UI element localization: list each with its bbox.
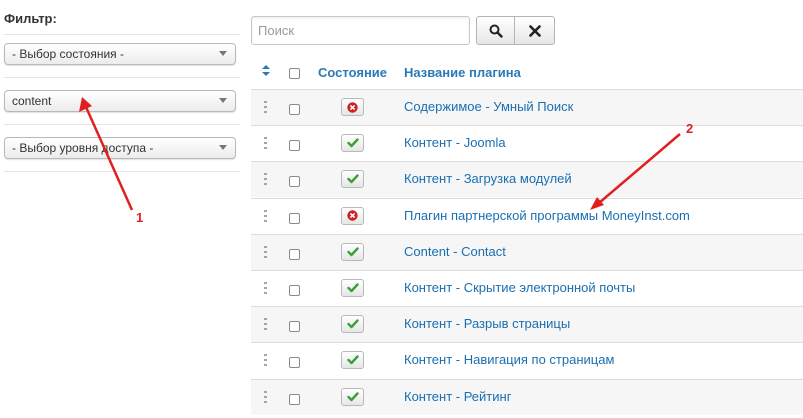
drag-handle-icon[interactable] — [264, 101, 267, 113]
search-input[interactable] — [251, 16, 470, 45]
table-row: Контент - Разрыв страницы — [251, 306, 803, 343]
table-row: Контент - Скрытие электронной почты — [251, 270, 803, 306]
row-checkbox[interactable] — [289, 140, 300, 152]
divider — [4, 77, 240, 78]
row-checkbox[interactable] — [289, 248, 300, 260]
table-row: Контент - Joomla — [251, 125, 803, 161]
state-toggle-button[interactable] — [341, 98, 364, 116]
check-icon — [346, 355, 359, 365]
clear-search-button[interactable] — [514, 16, 555, 45]
divider — [4, 171, 240, 172]
table-row: Контент - Навигация по страницам — [251, 342, 803, 378]
select-all-checkbox[interactable] — [289, 68, 300, 79]
table-row: Контент - Рейтинг — [251, 378, 803, 415]
state-toggle-button[interactable] — [341, 315, 364, 334]
row-checkbox[interactable] — [289, 212, 300, 224]
divider — [4, 124, 240, 125]
table-row: Плагин партнерской программы MoneyInst.c… — [251, 197, 803, 234]
row-checkbox[interactable] — [289, 285, 300, 296]
access-select[interactable]: - Выбор уровня доступа - — [4, 137, 236, 159]
state-toggle-button[interactable] — [341, 170, 364, 189]
sort-icon[interactable] — [262, 65, 270, 76]
drag-handle-icon[interactable] — [264, 137, 267, 150]
row-checkbox[interactable] — [289, 104, 300, 115]
table-row: Content - Contact — [251, 233, 803, 270]
column-header-state[interactable]: Состояние — [318, 65, 387, 80]
plugin-name-link[interactable]: Содержимое - Умный Поиск — [404, 99, 573, 114]
drag-handle-icon[interactable] — [264, 390, 267, 403]
plugin-name-link[interactable]: Content - Contact — [404, 244, 506, 259]
drag-handle-icon[interactable] — [264, 354, 267, 367]
plugin-name-link[interactable]: Контент - Загрузка модулей — [404, 171, 572, 186]
access-select-value: - Выбор уровня доступа - — [12, 141, 154, 155]
filter-title: Фильтр: — [4, 11, 57, 26]
plugin-name-link[interactable]: Контент - Разрыв страницы — [404, 316, 570, 331]
check-icon — [346, 138, 359, 148]
state-toggle-button[interactable] — [341, 351, 364, 370]
type-select[interactable]: content — [4, 90, 236, 112]
drag-handle-icon[interactable] — [264, 245, 267, 258]
close-icon — [528, 24, 541, 37]
chevron-down-icon — [219, 98, 227, 103]
divider — [4, 34, 240, 35]
row-checkbox[interactable] — [289, 393, 300, 405]
table-row: Контент - Загрузка модулей — [251, 161, 803, 198]
chevron-down-icon — [219, 145, 227, 150]
search-icon — [489, 24, 503, 38]
plugin-name-link[interactable]: Контент - Скрытие электронной почты — [404, 280, 635, 295]
row-checkbox[interactable] — [289, 176, 300, 188]
state-select-value: - Выбор состояния - — [12, 47, 125, 61]
check-icon — [346, 319, 359, 329]
state-toggle-button[interactable] — [341, 134, 364, 153]
plugin-name-link[interactable]: Плагин партнерской программы MoneyInst.c… — [404, 208, 690, 223]
column-header-name[interactable]: Название плагина — [404, 65, 521, 80]
type-select-value: content — [12, 94, 52, 108]
drag-handle-icon[interactable] — [264, 173, 267, 186]
plugin-name-link[interactable]: Контент - Рейтинг — [404, 389, 511, 404]
drag-handle-icon[interactable] — [264, 318, 267, 331]
state-toggle-button[interactable] — [341, 206, 364, 225]
drag-handle-icon[interactable] — [264, 209, 267, 222]
state-select[interactable]: - Выбор состояния - — [4, 43, 236, 65]
state-toggle-button[interactable] — [341, 387, 364, 406]
check-icon — [346, 247, 359, 256]
row-checkbox[interactable] — [289, 357, 300, 369]
check-icon — [346, 283, 359, 293]
plugin-name-link[interactable]: Контент - Навигация по страницам — [404, 352, 614, 367]
chevron-down-icon — [219, 51, 227, 56]
plugin-name-link[interactable]: Контент - Joomla — [404, 135, 506, 150]
row-checkbox[interactable] — [289, 321, 300, 333]
disabled-x-icon — [347, 101, 358, 113]
disabled-x-icon — [347, 210, 358, 221]
drag-handle-icon[interactable] — [264, 282, 267, 294]
state-toggle-button[interactable] — [341, 279, 364, 297]
search-button[interactable] — [476, 16, 515, 45]
annotation-label-2: 2 — [686, 121, 694, 136]
state-toggle-button[interactable] — [341, 242, 364, 261]
check-icon — [346, 174, 359, 184]
check-icon — [346, 391, 359, 401]
table-row: Содержимое - Умный Поиск — [251, 89, 803, 125]
annotation-label-1: 1 — [136, 210, 144, 225]
